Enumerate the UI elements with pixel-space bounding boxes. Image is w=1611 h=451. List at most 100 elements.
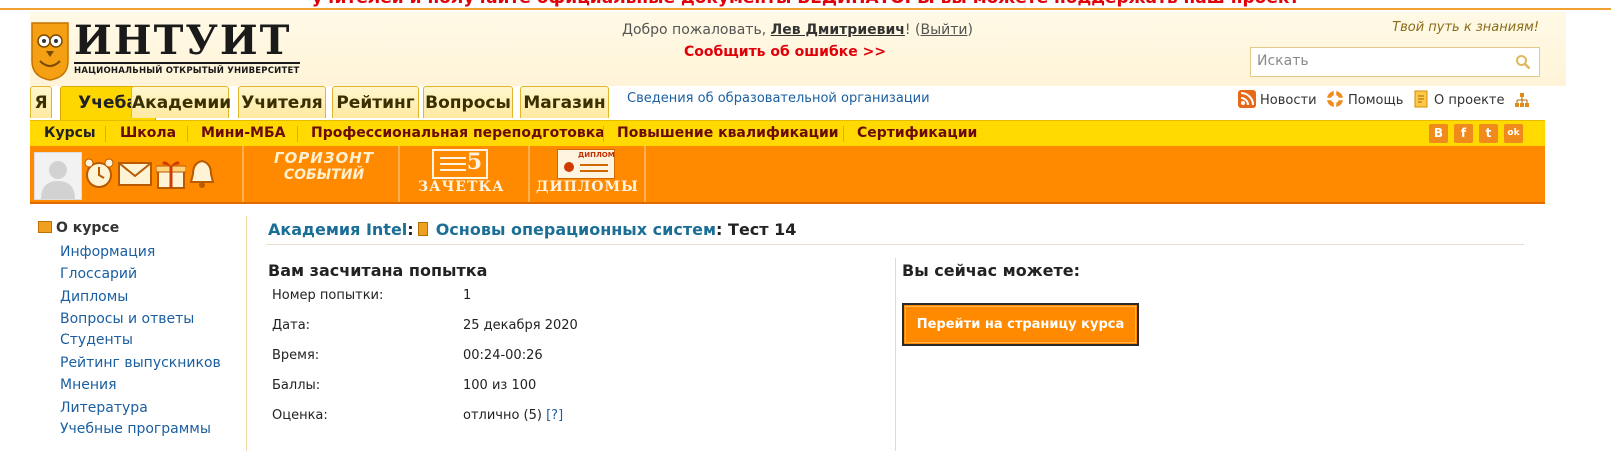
zachetka-label: ЗАЧЕТКА (418, 179, 505, 195)
facebook-icon[interactable]: f (1454, 124, 1473, 143)
grade-help-link[interactable]: [?] (546, 408, 563, 423)
subnav-certifications[interactable]: Сертификации (857, 125, 977, 141)
horizon-subtitle: СОБЫТИЙ (283, 167, 365, 183)
subnav-retraining[interactable]: Профессиональная переподготовка (311, 125, 605, 141)
avatar-placeholder-icon (41, 161, 75, 199)
odnoklassniki-icon[interactable]: ok (1504, 124, 1523, 143)
sitemap-icon[interactable] (1514, 92, 1530, 108)
about-label: О проекте (1434, 93, 1505, 108)
search-input[interactable] (1251, 48, 1503, 74)
breadcrumb-separator: : (407, 220, 414, 239)
lifebuoy-icon (1327, 91, 1343, 107)
avatar[interactable] (34, 152, 82, 200)
news-label: Новости (1260, 93, 1317, 108)
diploma-caption: ДИПЛОМ (578, 151, 615, 159)
help-label: Помощь (1348, 93, 1404, 108)
rss-icon (1238, 90, 1256, 108)
twitter-icon[interactable]: t (1479, 124, 1498, 143)
promo-banner: учителей и получайте официальные докумен… (0, 0, 1611, 8)
search-icon[interactable] (1515, 54, 1531, 70)
toolbar-separator (398, 146, 400, 202)
subnav-separator (843, 126, 844, 142)
user-profile-link[interactable]: Лев Дмитриевич (771, 22, 905, 38)
gradebook-icon: 5 (432, 149, 488, 179)
sidebar-item-opinions[interactable]: Мнения (60, 377, 117, 393)
news-link[interactable]: Новости (1238, 90, 1317, 108)
toolbar-separator (644, 146, 646, 202)
subnav-qualification[interactable]: Повышение квалификации (617, 125, 839, 141)
breadcrumb: Академия Intel: Основы операционных систе… (268, 220, 796, 239)
gift-icon[interactable] (156, 158, 186, 190)
subnav-separator (105, 126, 106, 142)
subnav-mini-mba[interactable]: Мини-МБА (201, 125, 285, 141)
time-label: Время: (272, 348, 320, 363)
tab-me[interactable]: Я (30, 86, 52, 118)
tab-academies[interactable]: Академии (131, 86, 231, 118)
tab-questions[interactable]: Вопросы (423, 86, 513, 118)
sidebar-item-graduate-rating[interactable]: Рейтинг выпускников (60, 355, 221, 371)
diploma-icon: ДИПЛОМ (557, 149, 615, 179)
banner-rule (0, 8, 1611, 10)
sidebar-divider (246, 216, 247, 451)
welcome-exclaim: ! (904, 22, 911, 38)
subnav-school[interactable]: Школа (120, 125, 176, 141)
help-link[interactable]: Помощь (1326, 90, 1403, 108)
owl-emblem-icon (31, 22, 69, 81)
sub-navigation: Курсы Школа Мини-МБА Профессиональная пе… (30, 120, 1545, 147)
toolbar-separator (242, 146, 244, 202)
site-logo[interactable]: ИНТУИТ НАЦИОНАЛЬНЫЙ ОТКРЫТЫЙ УНИВЕРСИТЕТ (30, 17, 302, 83)
sidebar-item-glossary[interactable]: Глоссарий (60, 266, 137, 282)
report-error-link[interactable]: Сообщить об ошибке >> (684, 44, 886, 60)
sidebar-item-students[interactable]: Студенты (60, 332, 133, 348)
date-label: Дата: (272, 318, 311, 333)
breadcrumb-separator: : (716, 220, 723, 239)
tab-teachers[interactable]: Учителя (238, 86, 326, 118)
org-info-link[interactable]: Сведения об образовательной организации (627, 91, 930, 106)
site-tagline: Твой путь к знаниям! (1392, 20, 1539, 35)
document-icon (1414, 90, 1428, 108)
score-value: 100 из 100 (463, 378, 537, 393)
logout-link[interactable]: Выйти (920, 22, 967, 38)
bell-icon[interactable] (188, 158, 216, 190)
subnav-courses[interactable]: Курсы (44, 125, 96, 141)
grade-text: отлично (5) (463, 408, 542, 423)
tab-rating[interactable]: Рейтинг (332, 86, 419, 118)
breadcrumb-course[interactable]: Основы операционных систем (436, 220, 716, 239)
book-icon (417, 222, 428, 236)
go-to-course-button[interactable]: Перейти на страницу курса (902, 303, 1139, 346)
sidebar-title-label: О курсе (56, 220, 120, 236)
score-label: Баллы: (272, 378, 321, 393)
search-box (1250, 47, 1540, 77)
mail-icon[interactable] (118, 158, 152, 188)
subnav-separator (297, 126, 298, 142)
zachetka-button[interactable]: 5 ЗАЧЕТКА (418, 149, 505, 195)
horizon-events-button[interactable]: ГОРИЗОНТ СОБЫТИЙ (254, 149, 394, 183)
diplomas-label: ДИПЛОМЫ (536, 179, 639, 195)
diplomas-button[interactable]: ДИПЛОМ ДИПЛОМЫ (536, 149, 639, 195)
horizon-title: ГОРИЗОНТ (273, 149, 375, 167)
sidebar-item-faq[interactable]: Вопросы и ответы (60, 311, 194, 327)
content-divider (895, 258, 896, 451)
gradebook-mark: 5 (466, 149, 482, 175)
logo-subtitle: НАЦИОНАЛЬНЫЙ ОТКРЫТЫЙ УНИВЕРСИТЕТ (74, 66, 300, 76)
grade-label: Оценка: (272, 408, 328, 423)
sidebar-item-programs[interactable]: Учебные программы (60, 421, 211, 437)
sidebar-item-diplomas[interactable]: Дипломы (60, 289, 128, 305)
sidebar-item-literature[interactable]: Литература (60, 400, 148, 416)
toolbar-separator (528, 146, 530, 202)
alarm-clock-icon[interactable] (84, 158, 114, 190)
user-toolbar: ГОРИЗОНТ СОБЫТИЙ 5 ЗАЧЕТКА ДИПЛОМ ДИПЛОМ… (30, 146, 1545, 204)
welcome-message: Добро пожаловать, Лев Дмитриевич! (Выйти… (622, 22, 973, 38)
about-link[interactable]: О проекте (1412, 90, 1505, 108)
actions-title: Вы сейчас можете: (902, 261, 1080, 280)
logo-rule (74, 62, 300, 64)
breadcrumb-academy[interactable]: Академия Intel (268, 220, 407, 239)
tab-shop[interactable]: Магазин (520, 86, 609, 118)
time-value: 00:24-00:26 (463, 348, 543, 363)
subnav-separator (187, 126, 188, 142)
vk-icon[interactable]: В (1429, 124, 1448, 143)
date-value: 25 декабря 2020 (463, 318, 578, 333)
sidebar-title: О курсе (38, 220, 119, 236)
sidebar-item-info[interactable]: Информация (60, 244, 155, 260)
grade-value: отлично (5) [?] (463, 408, 563, 423)
